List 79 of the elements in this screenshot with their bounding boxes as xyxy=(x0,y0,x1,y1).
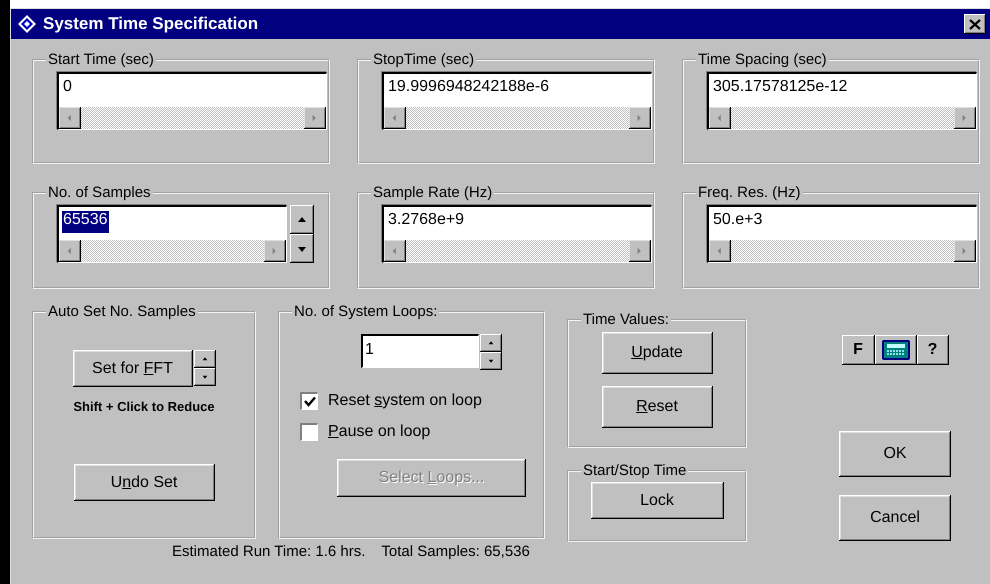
calculator-icon xyxy=(880,339,910,361)
checkbox[interactable] xyxy=(300,423,318,441)
scrollbar[interactable] xyxy=(709,240,976,262)
down-arrow-icon xyxy=(488,357,494,365)
group-label: Auto Set No. Samples xyxy=(47,303,197,320)
group-label: StopTime (sec) xyxy=(372,51,476,68)
status-text: Estimated Run Time: 1.6 hrs. xyxy=(172,543,366,560)
field-value: 3.2768e+9 xyxy=(387,211,466,230)
spin-down-button[interactable] xyxy=(480,352,502,370)
toolbar-button[interactable]: ? xyxy=(916,335,948,365)
scroll-right-button[interactable] xyxy=(629,107,651,129)
input-field[interactable]: 3.2768e+9 xyxy=(382,205,652,263)
spin-up-button[interactable] xyxy=(480,334,502,352)
spin-down-button[interactable] xyxy=(290,234,314,263)
scroll-right-button[interactable] xyxy=(264,240,286,262)
app-logo-icon xyxy=(17,14,37,34)
group-label: Start Time (sec) xyxy=(47,51,155,68)
left-arrow-icon xyxy=(716,113,724,123)
scrollbar[interactable] xyxy=(59,240,286,262)
left-arrow-icon xyxy=(391,246,399,256)
group-label: Sample Rate (Hz) xyxy=(372,184,494,201)
scroll-left-button[interactable] xyxy=(384,240,406,262)
window-title: System Time Specification xyxy=(43,14,260,34)
checkbox-option[interactable]: Pause on loop xyxy=(300,423,430,441)
scroll-left-button[interactable] xyxy=(709,107,731,129)
scroll-left-button[interactable] xyxy=(384,107,406,129)
field-value: 50.e+3 xyxy=(712,211,764,230)
scroll-right-button[interactable] xyxy=(954,107,976,129)
field-value: 19.9996948242188e-6 xyxy=(387,78,550,97)
scrollbar[interactable] xyxy=(384,240,651,262)
input-field[interactable]: 19.9996948242188e-6 xyxy=(382,72,652,130)
up-arrow-icon xyxy=(202,355,208,363)
spin-up-button[interactable] xyxy=(194,350,216,368)
input-field[interactable]: 0 xyxy=(57,72,327,130)
scrollbar[interactable] xyxy=(384,107,651,129)
group-label: Time Values: xyxy=(582,311,670,328)
group-label: Freq. Res. (Hz) xyxy=(697,184,802,201)
set-for-fft-button[interactable]: Set for FFT xyxy=(72,350,192,387)
scroll-right-button[interactable] xyxy=(304,107,326,129)
status-text: Total Samples: 65,536 xyxy=(381,543,530,560)
input-field[interactable]: 50.e+3 xyxy=(707,205,977,263)
left-arrow-icon xyxy=(66,246,74,256)
scroll-right-button[interactable] xyxy=(954,240,976,262)
time-values-button[interactable]: Update xyxy=(602,332,712,374)
close-button[interactable] xyxy=(964,14,986,34)
toolbar-button[interactable]: F xyxy=(842,335,874,365)
left-arrow-icon xyxy=(391,113,399,123)
time-values-button[interactable]: Reset xyxy=(602,386,712,428)
input-field[interactable]: 305.17578125e-12 xyxy=(707,72,977,130)
scroll-left-button[interactable] xyxy=(709,240,731,262)
field-value: 305.17578125e-12 xyxy=(712,78,848,97)
loops-input-field[interactable]: 1 xyxy=(361,334,479,368)
left-arrow-icon xyxy=(716,246,724,256)
cancel-button[interactable]: Cancel xyxy=(839,495,951,541)
ok-button[interactable]: OK xyxy=(839,431,951,477)
scrollbar[interactable] xyxy=(59,107,326,129)
group-label: No. of System Loops: xyxy=(293,303,438,320)
scroll-right-button[interactable] xyxy=(629,240,651,262)
scrollbar[interactable] xyxy=(709,107,976,129)
group-label: Time Spacing (sec) xyxy=(697,51,828,68)
up-arrow-icon xyxy=(488,339,494,347)
spin-down-button[interactable] xyxy=(194,368,216,386)
scroll-left-button[interactable] xyxy=(59,107,81,129)
group-label: No. of Samples xyxy=(47,184,152,201)
left-arrow-icon xyxy=(66,113,74,123)
checkbox-option[interactable]: Reset system on loop xyxy=(300,392,482,410)
input-field[interactable]: 65536 xyxy=(57,205,287,263)
close-icon xyxy=(969,18,981,30)
undo-set-button[interactable]: Undo Set xyxy=(74,464,214,501)
field-value: 65536 xyxy=(62,211,108,233)
field-value: 0 xyxy=(62,78,73,97)
scroll-left-button[interactable] xyxy=(59,240,81,262)
checkbox[interactable] xyxy=(300,392,318,410)
calculator-button[interactable] xyxy=(874,335,916,365)
hint-text: Shift + Click to Reduce xyxy=(73,399,215,414)
group-label: Start/Stop Time xyxy=(582,462,688,479)
spin-up-button[interactable] xyxy=(290,205,314,234)
lock-button[interactable]: Lock xyxy=(590,482,724,519)
down-arrow-icon xyxy=(202,373,208,381)
